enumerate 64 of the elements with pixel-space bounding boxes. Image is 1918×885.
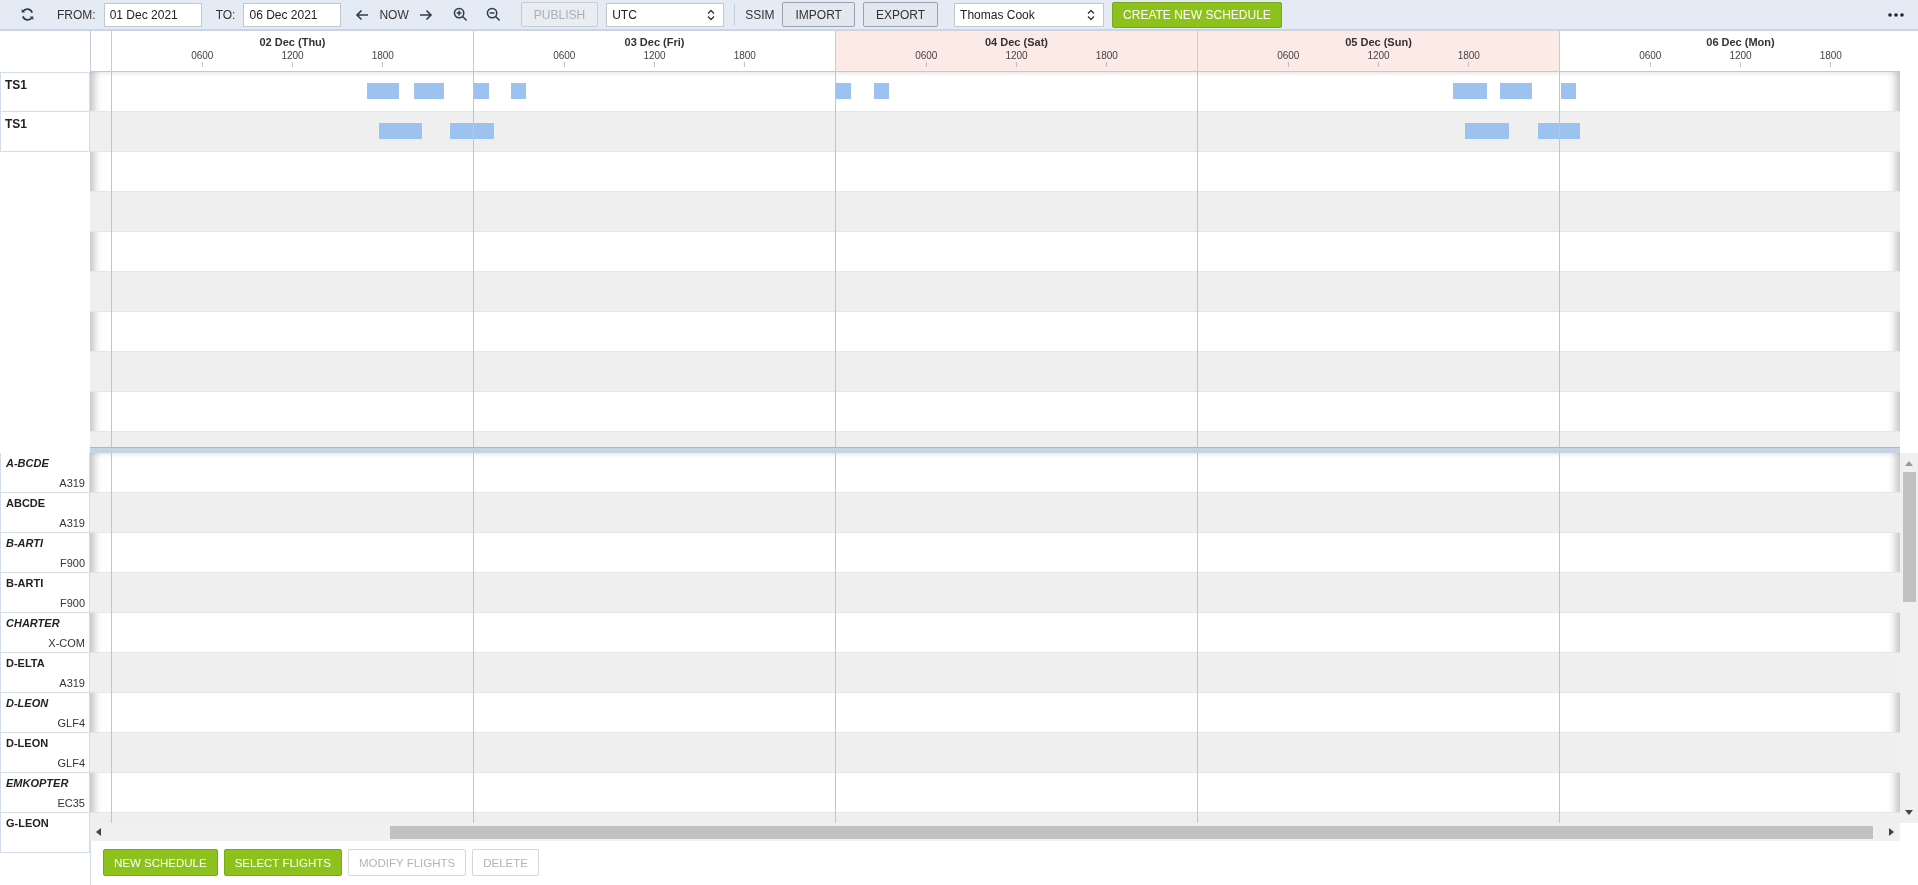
hour-tick-label: 0600 — [553, 50, 576, 67]
flight-bar[interactable] — [1537, 123, 1581, 139]
hour-tick-label: 1800 — [733, 50, 756, 67]
day-label: 02 Dec (Thu) — [258, 36, 327, 48]
chevron-up-down-icon — [707, 8, 716, 21]
hour-tick-label: 0600 — [915, 50, 938, 67]
day-label: 05 Dec (Sun) — [1344, 36, 1413, 48]
hour-tick-label: 0600 — [191, 50, 214, 67]
hour-tick-label: 1200 — [281, 50, 304, 67]
chevron-up-down-icon — [1087, 8, 1096, 21]
day-label: 04 Dec (Sat) — [984, 36, 1049, 48]
hour-tick-label: 1800 — [371, 50, 394, 67]
hour-tick-label: 1200 — [1367, 50, 1390, 67]
export-button[interactable]: EXPORT — [862, 2, 939, 27]
vertical-scrollbar[interactable] — [1900, 453, 1918, 823]
refresh-icon[interactable] — [20, 7, 35, 22]
arrow-left-icon[interactable] — [355, 8, 370, 21]
timezone-select[interactable]: UTC — [606, 2, 725, 27]
hour-tick-label: 0600 — [1277, 50, 1300, 67]
hour-tick-label: 1800 — [1819, 50, 1842, 67]
panel-splitter[interactable] — [90, 447, 1900, 453]
from-label: FROM: — [57, 7, 96, 22]
ssim-label: SSIM — [745, 7, 775, 22]
horizontal-scrollbar[interactable] — [90, 823, 1900, 841]
aircraft-label[interactable]: EMKOPTER EC35 — [0, 773, 90, 813]
flight-bar[interactable] — [367, 83, 400, 99]
now-button[interactable]: NOW — [377, 7, 411, 22]
hour-tick-label: 1200 — [643, 50, 666, 67]
hour-tick-label: 0600 — [1639, 50, 1662, 67]
hour-tick-label: 1800 — [1095, 50, 1118, 67]
more-icon[interactable] — [1888, 12, 1904, 17]
to-date-field[interactable]: 06 Dec 2021 — [243, 2, 342, 27]
aircraft-label[interactable]: A-BCDE A319 — [0, 453, 90, 493]
flight-bar[interactable] — [874, 83, 890, 99]
flight-bar[interactable] — [1465, 123, 1510, 139]
day-label: 03 Dec (Fri) — [623, 36, 686, 48]
day-label: 06 Dec (Mon) — [1705, 36, 1776, 48]
hour-tick-label: 1200 — [1729, 50, 1752, 67]
schedule-label[interactable]: TS1 — [0, 72, 90, 112]
flight-bar[interactable] — [414, 83, 445, 99]
aircraft-label[interactable]: B-ARTI F900 — [0, 533, 90, 573]
scrollbar-thumb[interactable] — [1902, 472, 1916, 602]
flight-bar[interactable] — [379, 123, 422, 139]
from-date-field[interactable]: 01 Dec 2021 — [103, 2, 202, 27]
scroll-right-icon[interactable] — [1889, 828, 1894, 836]
zoom-out-icon[interactable] — [485, 7, 501, 22]
arrow-right-icon[interactable] — [418, 8, 433, 21]
flight-bar[interactable] — [1560, 83, 1576, 99]
hour-tick-label: 1200 — [1005, 50, 1028, 67]
scroll-left-icon[interactable] — [96, 828, 101, 836]
flight-bar[interactable] — [510, 83, 526, 99]
hour-tick-label: 1800 — [1457, 50, 1480, 67]
flight-bar[interactable] — [1453, 83, 1487, 99]
flight-bar[interactable] — [1500, 83, 1532, 99]
flight-bar[interactable] — [450, 123, 495, 139]
to-label: TO: — [215, 7, 236, 22]
scroll-down-icon[interactable] — [1905, 810, 1913, 815]
zoom-in-icon[interactable] — [452, 7, 468, 22]
aircraft-label[interactable]: CHARTER X-COM — [0, 613, 90, 653]
scroll-up-icon[interactable] — [1905, 461, 1913, 466]
operator-select[interactable]: Thomas Cook — [954, 2, 1105, 27]
import-button[interactable]: IMPORT — [782, 2, 855, 27]
scrollbar-thumb[interactable] — [390, 825, 1873, 839]
aircraft-label[interactable]: D-LEON GLF4 — [0, 693, 90, 733]
